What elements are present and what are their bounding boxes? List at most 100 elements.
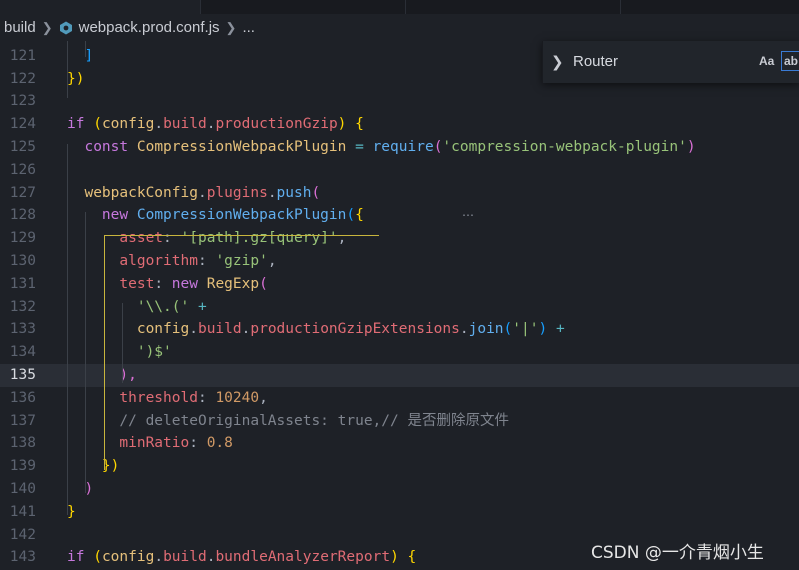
code-token: ( [346, 207, 356, 224]
code-token: minRatio [119, 435, 190, 452]
line-number: 121 [9, 47, 36, 64]
code-token: = [355, 138, 364, 155]
code-line[interactable]: 135 ), [0, 363, 799, 387]
code-token: RegExp [206, 275, 260, 292]
code-token: ] [84, 47, 94, 64]
hint-dots: … [462, 205, 474, 219]
code-line[interactable]: 128 new CompressionWebpackPlugin({ [0, 204, 799, 227]
code-token: config [136, 321, 190, 338]
breadcrumb-more[interactable]: ... [242, 19, 255, 36]
code-line[interactable]: 124 if (config.build.productionGzip) { [0, 113, 799, 136]
line-code: if (config.build.productionGzip) { [67, 113, 364, 136]
breadcrumb-folder[interactable]: build [4, 19, 36, 36]
code-token: 'gzip' [215, 252, 268, 269]
code-line[interactable]: 123 [0, 90, 799, 113]
tab-fourth[interactable] [620, 0, 799, 14]
line-number: 129 [9, 230, 36, 247]
code-line[interactable]: 127 webpackConfig.plugins.push( [0, 182, 799, 205]
code-line[interactable]: 130 algorithm: 'gzip', [0, 250, 799, 273]
code-token: . [189, 321, 198, 338]
find-input[interactable]: Router [573, 53, 618, 70]
line-number: 133 [9, 321, 36, 338]
line-number: 142 [9, 526, 36, 543]
breadcrumb-file[interactable]: webpack.prod.conf.js [79, 19, 220, 36]
code-token: CompressionWebpackPlugin [136, 138, 347, 155]
code-line[interactable]: 139 }) [0, 455, 799, 478]
code-editor[interactable]: 120 ])121 ]122})123124if (config.build.p… [0, 41, 799, 570]
code-token: : [197, 389, 216, 406]
line-code: if (config.build.bundleAnalyzerReport) { [67, 546, 416, 569]
line-code: new CompressionWebpackPlugin({ [67, 204, 364, 227]
line-code: threshold: 10240, [67, 387, 267, 410]
breadcrumb: build ❯ webpack.prod.conf.js ❯ ... [0, 14, 799, 41]
code-token: . [197, 184, 207, 201]
code-token: ')$' [136, 344, 172, 361]
line-code: ) [67, 478, 93, 501]
code-token: : [189, 435, 207, 452]
code-line[interactable]: 134 ')$' [0, 341, 799, 364]
code-token: push [276, 184, 312, 201]
code-line[interactable]: 125 const CompressionWebpackPlugin = req… [0, 136, 799, 159]
line-number: 136 [9, 389, 36, 406]
match-case-toggle[interactable]: Aa [759, 54, 774, 68]
code-token: . [267, 184, 277, 201]
tab-webpack-prod-conf[interactable] [0, 0, 201, 14]
code-line[interactable]: 140 ) [0, 478, 799, 501]
find-widget[interactable]: ❯ Router Aa ab [542, 41, 799, 83]
code-token: if [67, 549, 85, 566]
code-token: join [468, 321, 504, 338]
line-number: 130 [9, 252, 36, 269]
code-token: config [101, 116, 155, 133]
js-hexagon-icon [59, 21, 72, 34]
code-line[interactable]: 132 '\\.(' + [0, 296, 799, 319]
code-line[interactable]: 133 config.build.productionGzipExtension… [0, 318, 799, 341]
line-code: const CompressionWebpackPlugin = require… [67, 136, 695, 159]
code-token: '|' [512, 321, 539, 338]
code-token: 0.8 [206, 435, 233, 452]
code-token: asset [119, 230, 164, 247]
code-line[interactable]: 136 threshold: 10240, [0, 387, 799, 410]
code-line[interactable]: 131 test: new RegExp( [0, 273, 799, 296]
code-token: . [154, 549, 164, 566]
line-number: 135 [9, 366, 36, 383]
code-line[interactable]: 137 // deleteOriginalAssets: true,// 是否删… [0, 410, 799, 433]
code-token: : [154, 275, 172, 292]
code-line[interactable]: 138 minRatio: 0.8 [0, 432, 799, 455]
line-number: 125 [9, 138, 36, 155]
whole-word-toggle[interactable]: ab [781, 51, 799, 71]
line-code: test: new RegExp( [67, 273, 268, 296]
code-token: { [355, 116, 364, 133]
code-token: ( [311, 184, 321, 201]
code-token: build [163, 549, 207, 566]
code-token: const [84, 138, 129, 155]
code-token: bundleAnalyzerReport [215, 549, 391, 566]
code-line[interactable]: 126 [0, 159, 799, 182]
code-token: '\\.(' [136, 298, 198, 315]
code-token: + [197, 298, 207, 315]
code-token: }) [101, 458, 120, 475]
code-token: ( [503, 321, 513, 338]
code-token: ( [259, 275, 268, 292]
code-token: } [67, 503, 76, 520]
code-line[interactable]: 141} [0, 501, 799, 524]
chevron-right-icon[interactable]: ❯ [551, 53, 564, 71]
watermark: CSDN @一介青烟小生 [591, 543, 764, 563]
line-code: ')$' [67, 341, 172, 364]
tab-third[interactable] [405, 0, 621, 14]
code-token: : [197, 252, 216, 269]
code-line[interactable]: 129 asset: '[path].gz[query]', [0, 227, 799, 250]
tab-second[interactable] [200, 0, 406, 14]
line-code: }) [67, 455, 119, 478]
line-number: 143 [9, 549, 36, 566]
line-number: 123 [9, 93, 36, 110]
